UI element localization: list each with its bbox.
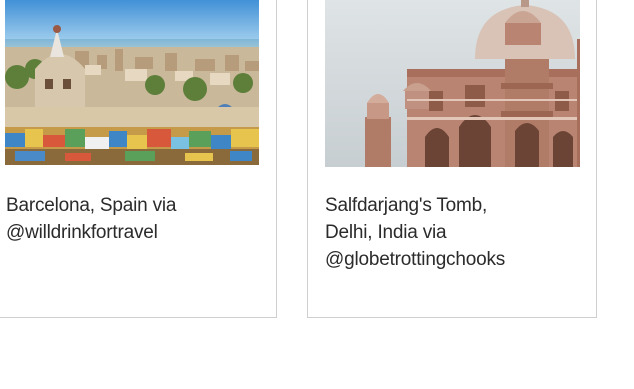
gallery-card-delhi[interactable]: Salfdarjang's Tomb, Delhi, India via @gl… <box>307 0 597 318</box>
caption-line: Salfdarjang's Tomb, <box>325 195 488 216</box>
caption-line: Delhi, India via <box>325 222 447 243</box>
gallery-card-barcelona[interactable]: Barcelona, Spain via @willdrinkfortravel <box>0 0 277 318</box>
instagram-gallery: Barcelona, Spain via @willdrinkfortravel <box>0 0 634 389</box>
barcelona-photo[interactable] <box>5 0 259 165</box>
caption-line: Barcelona, Spain via <box>6 195 177 216</box>
delhi-caption: Salfdarjang's Tomb, Delhi, India via @gl… <box>325 192 587 273</box>
barcelona-caption: Barcelona, Spain via @willdrinkfortravel <box>6 192 266 246</box>
caption-handle[interactable]: @willdrinkfortravel <box>6 219 266 246</box>
caption-handle[interactable]: @globetrottingchooks <box>325 246 587 273</box>
delhi-photo[interactable] <box>325 0 580 167</box>
delhi-photo-image <box>325 0 580 167</box>
barcelona-photo-image <box>5 0 259 165</box>
